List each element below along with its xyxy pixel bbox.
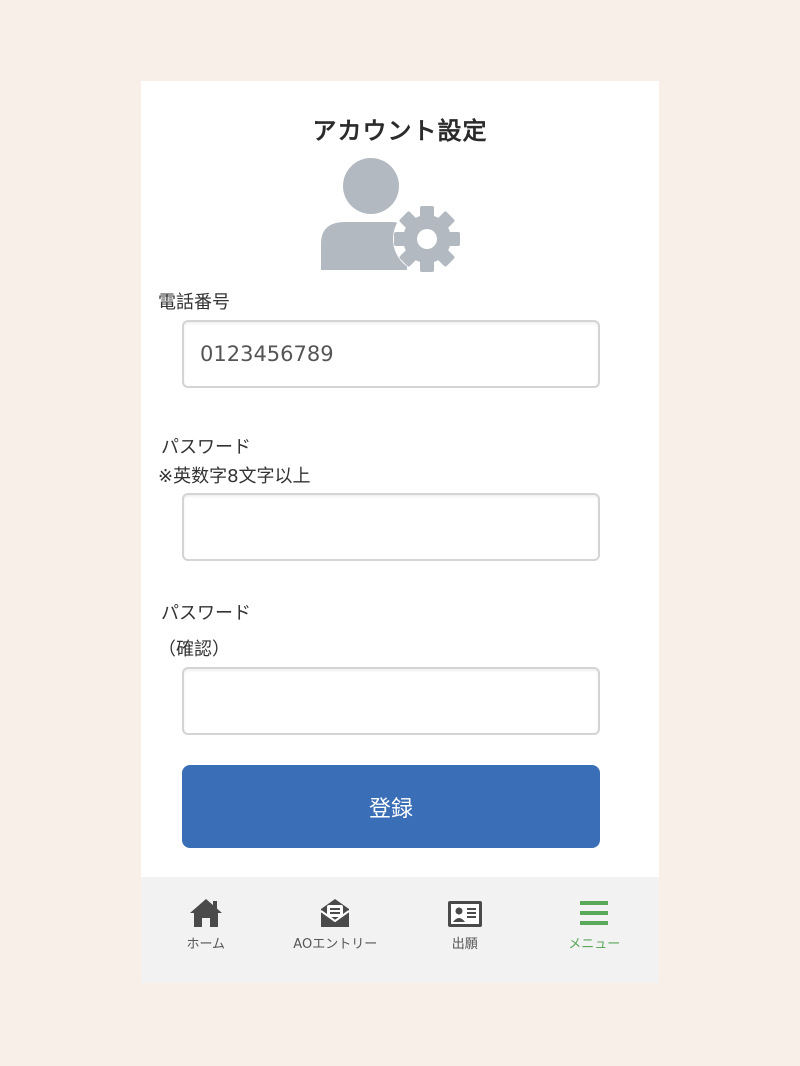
tab-application-label: 出願 xyxy=(451,937,478,952)
register-button[interactable]: 登録 xyxy=(182,765,600,848)
tab-ao-entry[interactable]: AOエントリー xyxy=(271,877,401,983)
password-confirm-input[interactable] xyxy=(182,667,600,735)
id-card-icon xyxy=(447,901,482,927)
tab-home[interactable]: ホーム xyxy=(141,877,271,983)
app-screen: アカウント設定 電話番号 0123456789 パスワード ※英数字8文字以上 … xyxy=(141,81,659,983)
tab-menu-label: メニュー xyxy=(568,937,621,952)
password-label: パスワード xyxy=(161,437,251,458)
password-input[interactable] xyxy=(182,493,600,561)
hamburger-menu-icon xyxy=(580,901,609,925)
password-confirm-label: パスワード xyxy=(161,603,251,624)
password-confirm-note: （確認） xyxy=(158,639,230,660)
tab-application[interactable]: 出願 xyxy=(400,877,530,983)
home-icon xyxy=(189,899,222,927)
mail-entry-icon xyxy=(320,899,350,927)
phone-label: 電話番号 xyxy=(158,292,230,313)
phone-input[interactable] xyxy=(182,320,600,388)
page-title: アカウント設定 xyxy=(312,117,488,145)
tab-menu[interactable]: メニュー xyxy=(530,877,660,983)
password-note: ※英数字8文字以上 xyxy=(158,466,311,487)
bottom-tab-bar: ホーム AOエントリー 出願 メニュー xyxy=(141,877,659,983)
tab-home-label: ホーム xyxy=(186,937,226,952)
account-settings-icon xyxy=(319,158,464,273)
tab-ao-entry-label: AOエントリー xyxy=(293,937,378,952)
